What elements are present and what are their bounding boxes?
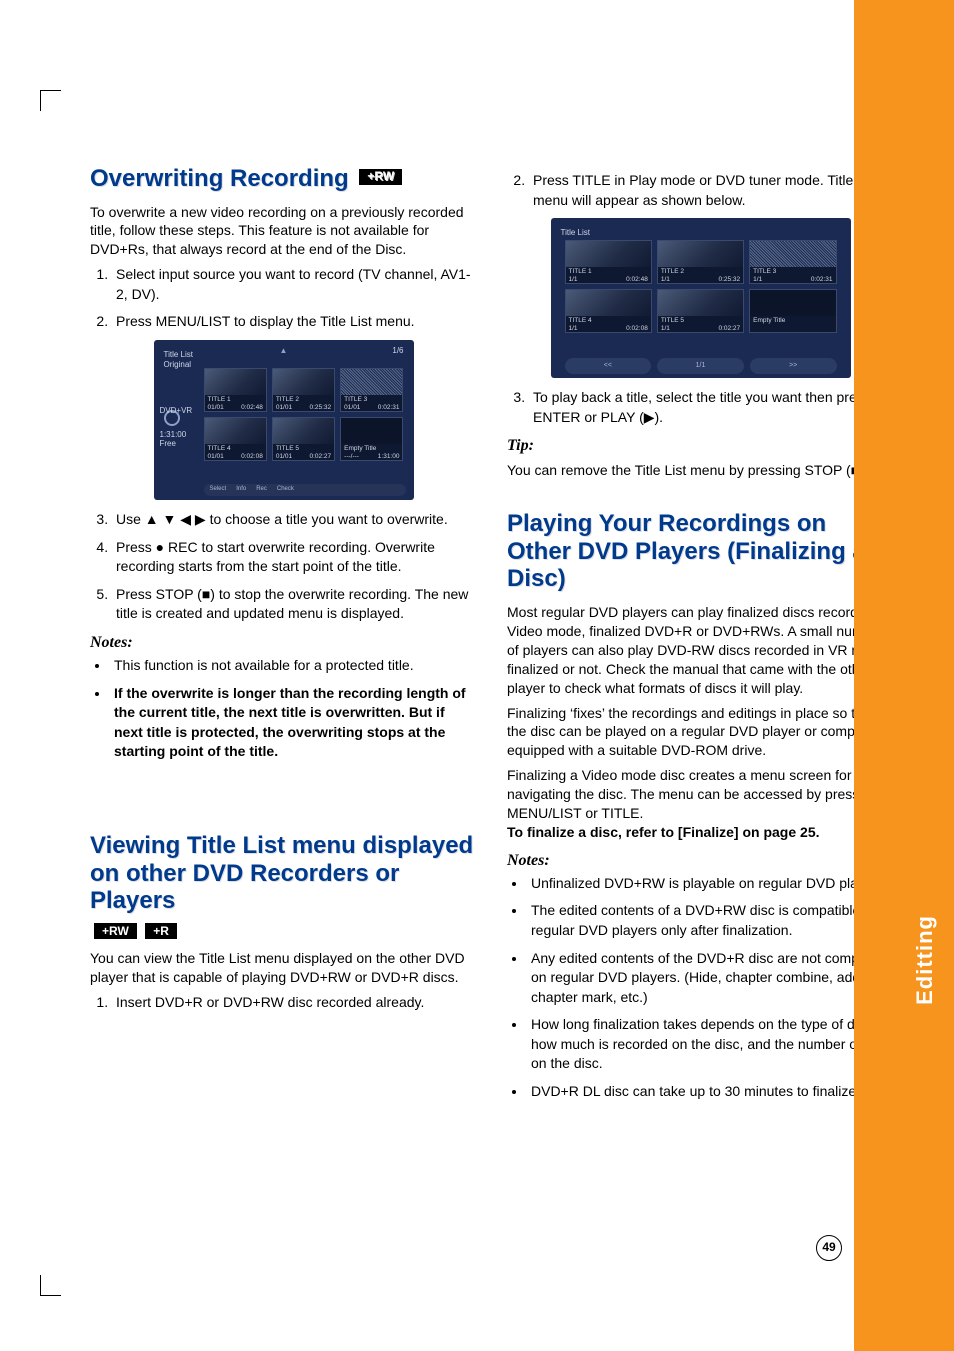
title-tile-empty: Empty Title---/---1:31:00 [340, 417, 403, 461]
step-1: Select input source you want to record (… [112, 265, 477, 304]
finalize-ref-a: To finalize a disc, refer to [507, 824, 678, 840]
note-item: This function is not available for a pro… [110, 656, 477, 676]
title-tile: TITLE 201/010:25:32 [272, 368, 335, 412]
badge-rw: +RW [359, 169, 402, 185]
osd-page-indicator: 1/6 [392, 346, 403, 355]
finalize-ref-b: [Finalize] [678, 824, 739, 840]
title-tile: TITLE 301/010:02:31 [340, 368, 403, 412]
heading-overwriting: Overwriting Recording +RW [90, 165, 477, 193]
overwrite-steps-a: Select input source you want to record (… [90, 265, 477, 332]
viewing-step-3: To play back a title, select the title y… [529, 388, 894, 427]
finalize-notes: Unfinalized DVD+RW is playable on regula… [507, 874, 894, 1102]
viewing-steps-cont: Press TITLE in Play mode or DVD tuner mo… [507, 171, 894, 210]
crop-mark [40, 90, 61, 111]
osd-tile-grid: TITLE 101/010:02:48 TITLE 201/010:25:32 … [204, 368, 404, 461]
section-tab-label: Editting [912, 915, 938, 1005]
title-tile-empty: Empty Title [749, 289, 836, 333]
section-tab-sidebar: Editting [854, 0, 954, 1351]
badge-rw: +RW [94, 923, 137, 939]
osd-hint: Select [210, 486, 227, 492]
badge-r: +R [145, 923, 177, 939]
title-list-osd-1: Title List Original ▲ 1/6 DVD+VR 1:31:00… [154, 340, 414, 500]
finalize-p34: Finalizing a Video mode disc creates a m… [507, 766, 894, 842]
notes-heading: Notes: [507, 852, 894, 870]
title-tile: TITLE 11/10:02:48 [565, 240, 652, 284]
osd-bottom-bar: Select Info Rec Check [204, 484, 406, 496]
osd-free-time: 1:31:00 Free [160, 430, 202, 449]
crop-mark [40, 1275, 61, 1296]
title-tile: TITLE 31/10:02:31 [749, 240, 836, 284]
finalize-p2: Finalizing ‘fixes’ the recordings and ed… [507, 704, 894, 761]
title-tile: TITLE 21/10:25:32 [657, 240, 744, 284]
osd-hint: Check [277, 486, 294, 492]
osd-hint: Rec [256, 486, 267, 492]
osd-disc-type: DVD+VR [160, 406, 202, 416]
finalize-p1: Most regular DVD players can play finali… [507, 603, 894, 697]
viewing-intro: You can view the Title List menu display… [90, 949, 477, 987]
title-tile: TITLE 51/10:02:27 [657, 289, 744, 333]
heading-viewing-title-list: Viewing Title List menu displayed on oth… [90, 832, 477, 915]
title-tile: TITLE 101/010:02:48 [204, 368, 267, 412]
title-tile: TITLE 501/010:02:27 [272, 417, 335, 461]
heading-finalizing: Playing Your Recordings on Other DVD Pla… [507, 510, 894, 593]
note-item: DVD+R DL disc can take up to 30 minutes … [527, 1082, 894, 1102]
nav-next: >> [750, 358, 837, 374]
step-2: Press MENU/LIST to display the Title Lis… [112, 312, 477, 332]
step-4: Press ● REC to start overwrite recording… [112, 538, 477, 577]
overwrite-notes: This function is not available for a pro… [90, 656, 477, 762]
intro-paragraph: To overwrite a new video recording on a … [90, 203, 477, 260]
osd-side-label: DVD+VR 1:31:00 Free [160, 406, 202, 449]
note-item: The edited contents of a DVD+RW disc is … [527, 901, 894, 940]
note-item: Any edited contents of the DVD+R disc ar… [527, 949, 894, 1008]
osd-hint: Info [236, 486, 246, 492]
left-column: Overwriting Recording +RW To overwrite a… [90, 165, 477, 1110]
nav-page: 1/1 [657, 358, 744, 374]
osd-top-indicator: ▲ [154, 346, 414, 355]
viewing-step-1: Insert DVD+R or DVD+RW disc recorded alr… [112, 993, 477, 1013]
viewing-steps-cont-b: To play back a title, select the title y… [507, 388, 894, 427]
osd-tile-grid: TITLE 11/10:02:48 TITLE 21/10:25:32 TITL… [565, 240, 837, 333]
tip-heading: Tip: [507, 437, 894, 455]
document-page: Editting 49 Overwriting Recording +RW To… [0, 0, 954, 1351]
finalize-ref-c: on page 25. [739, 824, 820, 840]
finalize-p3: Finalizing a Video mode disc creates a m… [507, 767, 878, 821]
overwrite-steps-b: Use ▲ ▼ ◀ ▶ to choose a title you want t… [90, 510, 477, 624]
viewing-steps: Insert DVD+R or DVD+RW disc recorded alr… [90, 993, 477, 1013]
title-tile: TITLE 41/10:02:08 [565, 289, 652, 333]
title-list-osd-2: Title List TITLE 11/10:02:48 TITLE 21/10… [551, 218, 851, 378]
badge-row: +RW +R [90, 925, 477, 943]
title-tile: TITLE 401/010:02:08 [204, 417, 267, 461]
right-column: Press TITLE in Play mode or DVD tuner mo… [507, 165, 894, 1110]
note-item: Unfinalized DVD+RW is playable on regula… [527, 874, 894, 894]
tip-text: You can remove the Title List menu by pr… [507, 461, 894, 480]
osd-page-nav: << 1/1 >> [565, 358, 837, 374]
note-item-bold: If the overwrite is longer than the reco… [110, 684, 477, 762]
nav-prev: << [565, 358, 652, 374]
heading-text: Overwriting Recording [90, 165, 349, 192]
step-5: Press STOP (■) to stop the overwrite rec… [112, 585, 477, 624]
notes-heading: Notes: [90, 634, 477, 652]
page-number: 49 [816, 1235, 842, 1261]
step-3: Use ▲ ▼ ◀ ▶ to choose a title you want t… [112, 510, 477, 530]
viewing-step-2: Press TITLE in Play mode or DVD tuner mo… [529, 171, 894, 210]
note-item: How long finalization takes depends on t… [527, 1015, 894, 1074]
osd-corner-label: Title List [561, 228, 591, 238]
